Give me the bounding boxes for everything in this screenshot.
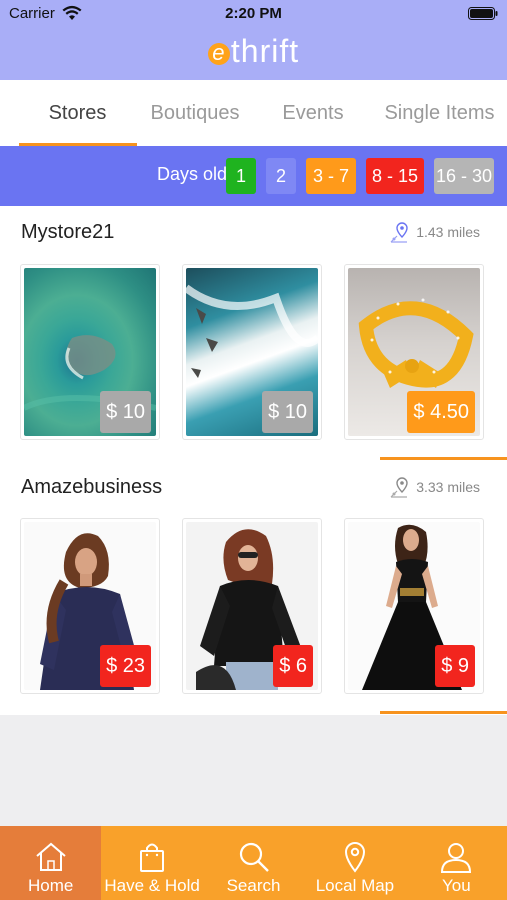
tab-events[interactable]: Events (254, 80, 372, 146)
item-thumbnail[interactable]: $ 6 (182, 518, 322, 694)
days-chip-2[interactable]: 2 (266, 158, 296, 194)
app-header: Carrier 2:20 PM e thrift (0, 0, 507, 80)
days-chip-3-7[interactable]: 3 - 7 (306, 158, 356, 194)
days-old-filter: Days old 1 2 3 - 7 8 - 15 16 - 30 (0, 146, 507, 206)
logo-e-mark: e (207, 42, 230, 65)
store-name[interactable]: Amazebusiness (21, 476, 162, 499)
price-badge: $ 10 (262, 391, 313, 433)
category-tabs: Stores Boutiques Events Single Items (0, 80, 507, 146)
price-badge: $ 6 (273, 645, 313, 687)
status-bar: Carrier 2:20 PM (0, 0, 507, 28)
days-chip-1[interactable]: 1 (226, 158, 256, 194)
store-name[interactable]: Mystore21 (21, 221, 114, 244)
tab-stores[interactable]: Stores (0, 80, 137, 146)
nav-search[interactable]: Search (203, 826, 304, 900)
distance-text: 1.43 miles (416, 224, 480, 240)
clock: 2:20 PM (225, 5, 282, 22)
store-list: Mystore21 1.43 miles $ 10 $ 10 $ 4.50 Am… (0, 206, 507, 715)
nav-search-label: Search (226, 876, 281, 895)
price-badge: $ 10 (100, 391, 151, 433)
map-pin-icon (344, 841, 365, 873)
store-separator (380, 457, 507, 460)
tab-single-items[interactable]: Single Items (372, 80, 507, 146)
location-pin-icon (390, 477, 408, 498)
search-icon (239, 842, 269, 872)
user-icon (441, 843, 472, 873)
item-thumbnail[interactable]: $ 10 (20, 264, 160, 440)
days-chip-16-30[interactable]: 16 - 30 (434, 158, 494, 194)
nav-local-map-label: Local Map (315, 876, 395, 895)
store-card[interactable]: Amazebusiness 3.33 miles $ 23 $ 6 $ 9 (0, 461, 507, 715)
store-distance: 3.33 miles (390, 476, 480, 498)
item-thumbnail[interactable]: $ 10 (182, 264, 322, 440)
nav-have-hold[interactable]: Have & Hold (101, 826, 202, 900)
nav-you[interactable]: You (406, 826, 507, 900)
item-thumbnail[interactable]: $ 9 (344, 518, 484, 694)
nav-you-label: You (441, 876, 471, 895)
days-chip-8-15[interactable]: 8 - 15 (366, 158, 424, 194)
nav-local-map[interactable]: Local Map (304, 826, 405, 900)
home-icon (36, 842, 66, 871)
battery-icon (468, 7, 498, 20)
nav-have-hold-label: Have & Hold (104, 876, 200, 895)
days-old-label: Days old (157, 164, 228, 184)
price-badge: $ 4.50 (407, 391, 475, 433)
item-thumbnail[interactable]: $ 23 (20, 518, 160, 694)
app-logo: e thrift (0, 33, 507, 70)
nav-home-label: Home (28, 876, 74, 895)
tab-boutiques[interactable]: Boutiques (136, 80, 254, 146)
bottom-navigation: Home Have & Hold Search Local Map You (0, 826, 507, 900)
store-card[interactable]: Mystore21 1.43 miles $ 10 $ 10 $ 4.50 (0, 206, 507, 461)
price-badge: $ 23 (100, 645, 151, 687)
store-distance: 1.43 miles (390, 221, 480, 243)
logo-text: thrift (230, 33, 300, 69)
item-thumbnail[interactable]: $ 4.50 (344, 264, 484, 440)
store-separator (380, 711, 507, 714)
nav-home[interactable]: Home (0, 826, 102, 900)
distance-text: 3.33 miles (416, 479, 480, 495)
location-pin-icon (390, 222, 408, 243)
price-badge: $ 9 (435, 645, 475, 687)
shopping-bag-icon (140, 843, 165, 872)
